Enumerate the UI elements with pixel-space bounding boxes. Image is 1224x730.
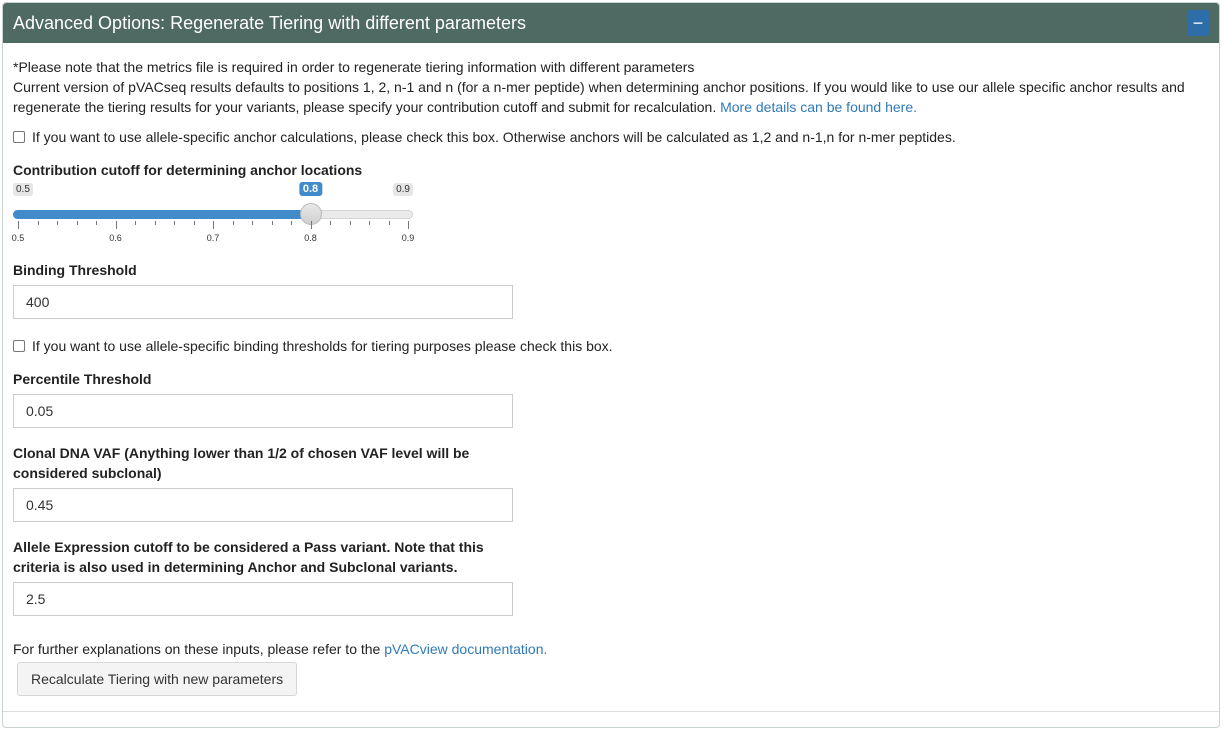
slider-minor-tick (291, 221, 292, 225)
slider-max-label: 0.9 (393, 183, 413, 196)
slider-tick-label: 0.8 (304, 233, 317, 243)
vaf-label: Clonal DNA VAF (Anything lower than 1/2 … (13, 443, 469, 483)
percentile-threshold-input[interactable]: 0.05 (13, 394, 513, 428)
slider-minor-tick (57, 221, 58, 225)
slider-minor-tick (349, 221, 351, 225)
slider-major-tick (310, 221, 312, 229)
recalculate-button[interactable]: Recalculate Tiering with new parameters (17, 662, 298, 696)
footer-text: For further explanations on these inputs… (13, 641, 385, 657)
anchor-explanation-text: Current version of pVACseq results defau… (13, 79, 1185, 115)
slider-minor-tick (174, 221, 175, 225)
slider-tick-label: 0.7 (206, 233, 220, 243)
footer-note: For further explanations on these inputs… (13, 641, 547, 657)
slider-minor-tick (37, 221, 39, 225)
slider-ticks (13, 221, 413, 231)
expression-label-line1: Allele Expression cutoff to be considere… (13, 539, 484, 555)
anchor-explanation: Current version of pVACseq results defau… (13, 77, 1208, 117)
binding-threshold-input[interactable]: 400 (13, 285, 513, 319)
vaf-input[interactable]: 0.45 (13, 488, 513, 522)
collapse-button[interactable]: − (1187, 10, 1209, 36)
slider-minor-tick (135, 221, 136, 225)
panel-header: Advanced Options: Regenerate Tiering wit… (3, 3, 1219, 43)
vaf-label-line1: Clonal DNA VAF (Anything lower than 1/2 … (13, 445, 470, 461)
slider-minor-tick (388, 221, 390, 225)
binding-checkbox-row[interactable]: If you want to use allele-specific bindi… (13, 338, 613, 354)
slider-tick-label: 0.9 (401, 233, 415, 243)
binding-checkbox-label[interactable]: If you want to use allele-specific bindi… (32, 338, 613, 354)
slider-major-tick (213, 221, 214, 229)
slider-minor-tick (76, 221, 78, 225)
expression-label-line2: criteria is also used in determining Anc… (13, 559, 458, 575)
slider-minor-tick (193, 221, 195, 225)
slider-fill (13, 210, 311, 219)
divider (3, 711, 1219, 712)
info-note: *Please note that the metrics file is re… (13, 57, 1208, 117)
slider-min-label: 0.5 (13, 183, 33, 196)
slider-major-tick (408, 221, 409, 229)
slider-value-label: 0.8 (298, 182, 323, 196)
contribution-label: Contribution cutoff for determining anch… (13, 162, 363, 178)
anchor-checkbox-row[interactable]: If you want to use allele-specific ancho… (13, 129, 956, 145)
slider-major-tick (18, 221, 19, 229)
contribution-slider[interactable]: 0.5 0.9 0.8 0.5 0.6 0.7 0.8 0.9 (11, 182, 415, 243)
anchor-checkbox-label[interactable]: If you want to use allele-specific ancho… (32, 129, 956, 145)
expression-input[interactable]: 2.5 (13, 582, 513, 616)
binding-checkbox[interactable] (13, 340, 25, 352)
slider-minor-tick (330, 221, 331, 225)
expression-label: Allele Expression cutoff to be considere… (13, 537, 484, 577)
vaf-label-line2: considered subclonal) (13, 465, 162, 481)
more-details-link[interactable]: More details can be found here. (720, 99, 917, 115)
slider-minor-tick (96, 221, 97, 225)
slider-minor-tick (252, 221, 253, 225)
slider-minor-tick (232, 221, 234, 225)
panel-title: Advanced Options: Regenerate Tiering wit… (13, 12, 526, 33)
pvacview-documentation-link[interactable]: pVACview documentation. (384, 641, 547, 657)
slider-minor-tick (369, 221, 370, 225)
percentile-threshold-label: Percentile Threshold (13, 371, 152, 387)
advanced-options-panel: Advanced Options: Regenerate Tiering wit… (2, 2, 1220, 728)
slider-minor-tick (154, 221, 156, 225)
slider-major-tick (115, 221, 117, 229)
slider-minor-tick (271, 221, 273, 225)
anchor-checkbox[interactable] (13, 131, 25, 143)
binding-threshold-label: Binding Threshold (13, 262, 137, 278)
slider-tick-label: 0.6 (109, 233, 122, 243)
metrics-note: *Please note that the metrics file is re… (13, 59, 695, 75)
slider-tick-label: 0.5 (11, 233, 25, 243)
